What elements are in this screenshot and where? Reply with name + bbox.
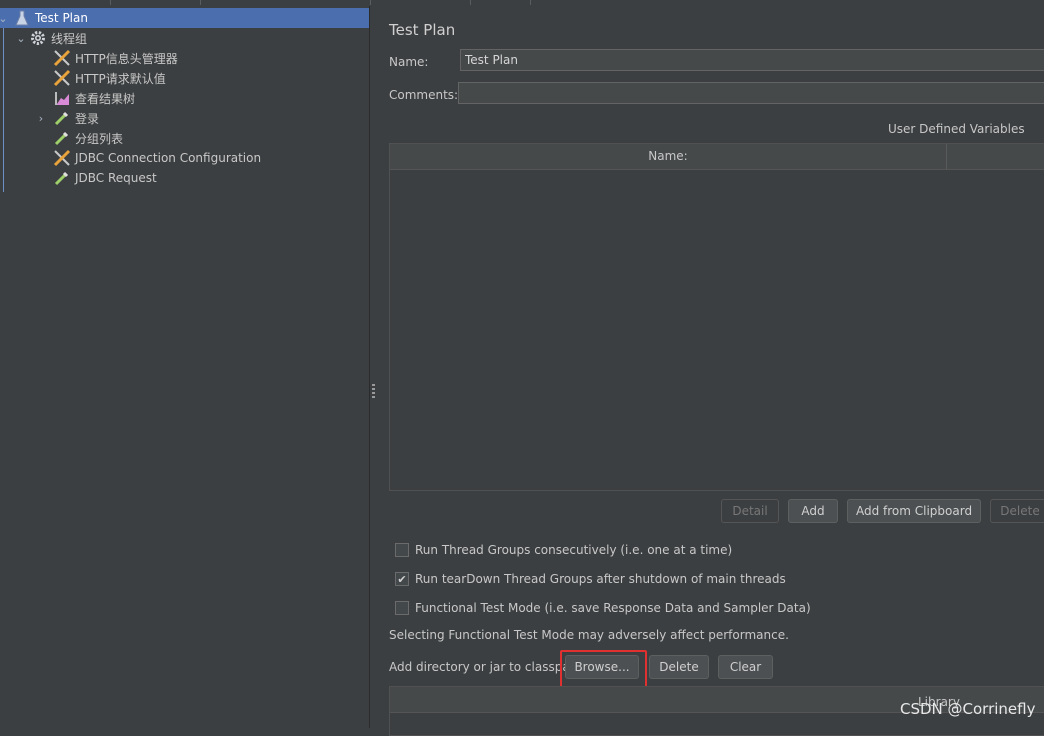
checkmark-icon: ✔ xyxy=(397,572,407,586)
add-from-clipboard-button[interactable]: Add from Clipboard xyxy=(847,499,981,523)
test-plan-icon xyxy=(12,9,32,27)
wrench-icon xyxy=(52,69,72,87)
pipette-icon xyxy=(52,129,72,147)
checkbox-label: Run Thread Groups consecutively (i.e. on… xyxy=(415,543,733,557)
chevron-down-icon[interactable]: ⌄ xyxy=(0,12,10,25)
checkbox-teardown[interactable]: ✔ xyxy=(395,572,409,586)
tree-item-group-list[interactable]: 分组列表 xyxy=(52,128,123,148)
tree-item-label: 登录 xyxy=(75,111,100,126)
detail-button[interactable]: Detail xyxy=(721,499,779,523)
checkbox-functional-mode[interactable] xyxy=(395,601,409,615)
add-button[interactable]: Add xyxy=(788,499,838,523)
wrench-icon xyxy=(52,149,72,167)
chart-icon xyxy=(52,89,72,107)
checkbox-row[interactable]: Functional Test Mode (i.e. save Response… xyxy=(395,601,811,615)
checkbox-label: Functional Test Mode (i.e. save Response… xyxy=(415,601,811,615)
functional-mode-note: Selecting Functional Test Mode may adver… xyxy=(389,628,789,642)
splitter-grip-icon[interactable] xyxy=(372,384,375,398)
chevron-right-icon[interactable]: › xyxy=(34,112,48,125)
tree-item-label: 分组列表 xyxy=(75,131,124,146)
tree-item-label: HTTP信息头管理器 xyxy=(75,51,178,66)
pipette-icon xyxy=(52,109,72,127)
gear-icon xyxy=(28,29,48,47)
checkbox-row[interactable]: ✔ Run tearDown Thread Groups after shutd… xyxy=(395,572,786,586)
udv-table-header: Name: xyxy=(390,144,1044,170)
tree-item-test-plan[interactable]: ⌄ Test Plan xyxy=(0,8,369,28)
checkbox-serialize[interactable] xyxy=(395,543,409,557)
tree-item-label: 查看结果树 xyxy=(75,91,136,106)
tree-item-label: JDBC Request xyxy=(75,171,157,185)
checkbox-label: Run tearDown Thread Groups after shutdow… xyxy=(415,572,786,586)
clear-button[interactable]: Clear xyxy=(718,655,773,679)
comments-label: Comments: xyxy=(389,88,459,102)
test-plan-editor: Test Plan Name: Comments: User Defined V… xyxy=(378,6,1044,736)
tree-item-jdbc-connection[interactable]: JDBC Connection Configuration xyxy=(52,148,261,168)
tree-item-header-manager[interactable]: HTTP信息头管理器 xyxy=(52,48,178,68)
wrench-icon xyxy=(52,49,72,67)
page-title: Test Plan xyxy=(389,21,456,39)
classpath-delete-button[interactable]: Delete xyxy=(649,655,709,679)
tree-item-request-defaults[interactable]: HTTP请求默认值 xyxy=(52,68,166,88)
tree-item-label: JDBC Connection Configuration xyxy=(75,151,262,165)
toolbar-separator xyxy=(470,0,471,5)
tree-item-results-tree[interactable]: 查看结果树 xyxy=(52,88,135,108)
classpath-label: Add directory or jar to classpath xyxy=(389,660,583,674)
tree-guide-line xyxy=(3,26,4,192)
tree-item-label: HTTP请求默认值 xyxy=(75,71,166,86)
toolbar-separator xyxy=(110,0,111,5)
comments-field[interactable] xyxy=(458,82,1044,104)
checkbox-row[interactable]: Run Thread Groups consecutively (i.e. on… xyxy=(395,543,732,557)
tree-item-thread-group[interactable]: ⌄ 线程组 xyxy=(14,28,87,48)
name-label: Name: xyxy=(389,55,429,69)
toolbar-separator xyxy=(530,0,531,5)
highlight-box xyxy=(560,650,647,688)
udv-title: User Defined Variables xyxy=(888,122,1025,136)
tree-item-jdbc-request[interactable]: JDBC Request xyxy=(52,168,157,188)
watermark: CSDN @Corrinefly xyxy=(900,700,1036,718)
toolbar-separator xyxy=(200,0,201,5)
chevron-down-icon[interactable]: ⌄ xyxy=(14,32,28,45)
pipette-icon xyxy=(52,169,72,187)
panel-splitter[interactable] xyxy=(370,6,378,728)
name-field[interactable] xyxy=(460,49,1044,71)
column-header-name[interactable]: Name: xyxy=(390,144,947,169)
tree-item-label: Test Plan xyxy=(35,11,88,25)
test-tree: ⌄ Test Plan ⌄ 线程组 HTTP信息头管理器 HTTP请求默认值 查… xyxy=(0,6,370,728)
udv-table[interactable]: Name: xyxy=(389,143,1044,491)
delete-button[interactable]: Delete xyxy=(990,499,1044,523)
tree-item-login[interactable]: › 登录 xyxy=(34,108,99,128)
tree-item-label: 线程组 xyxy=(51,31,88,46)
toolbar-separator xyxy=(370,0,371,5)
